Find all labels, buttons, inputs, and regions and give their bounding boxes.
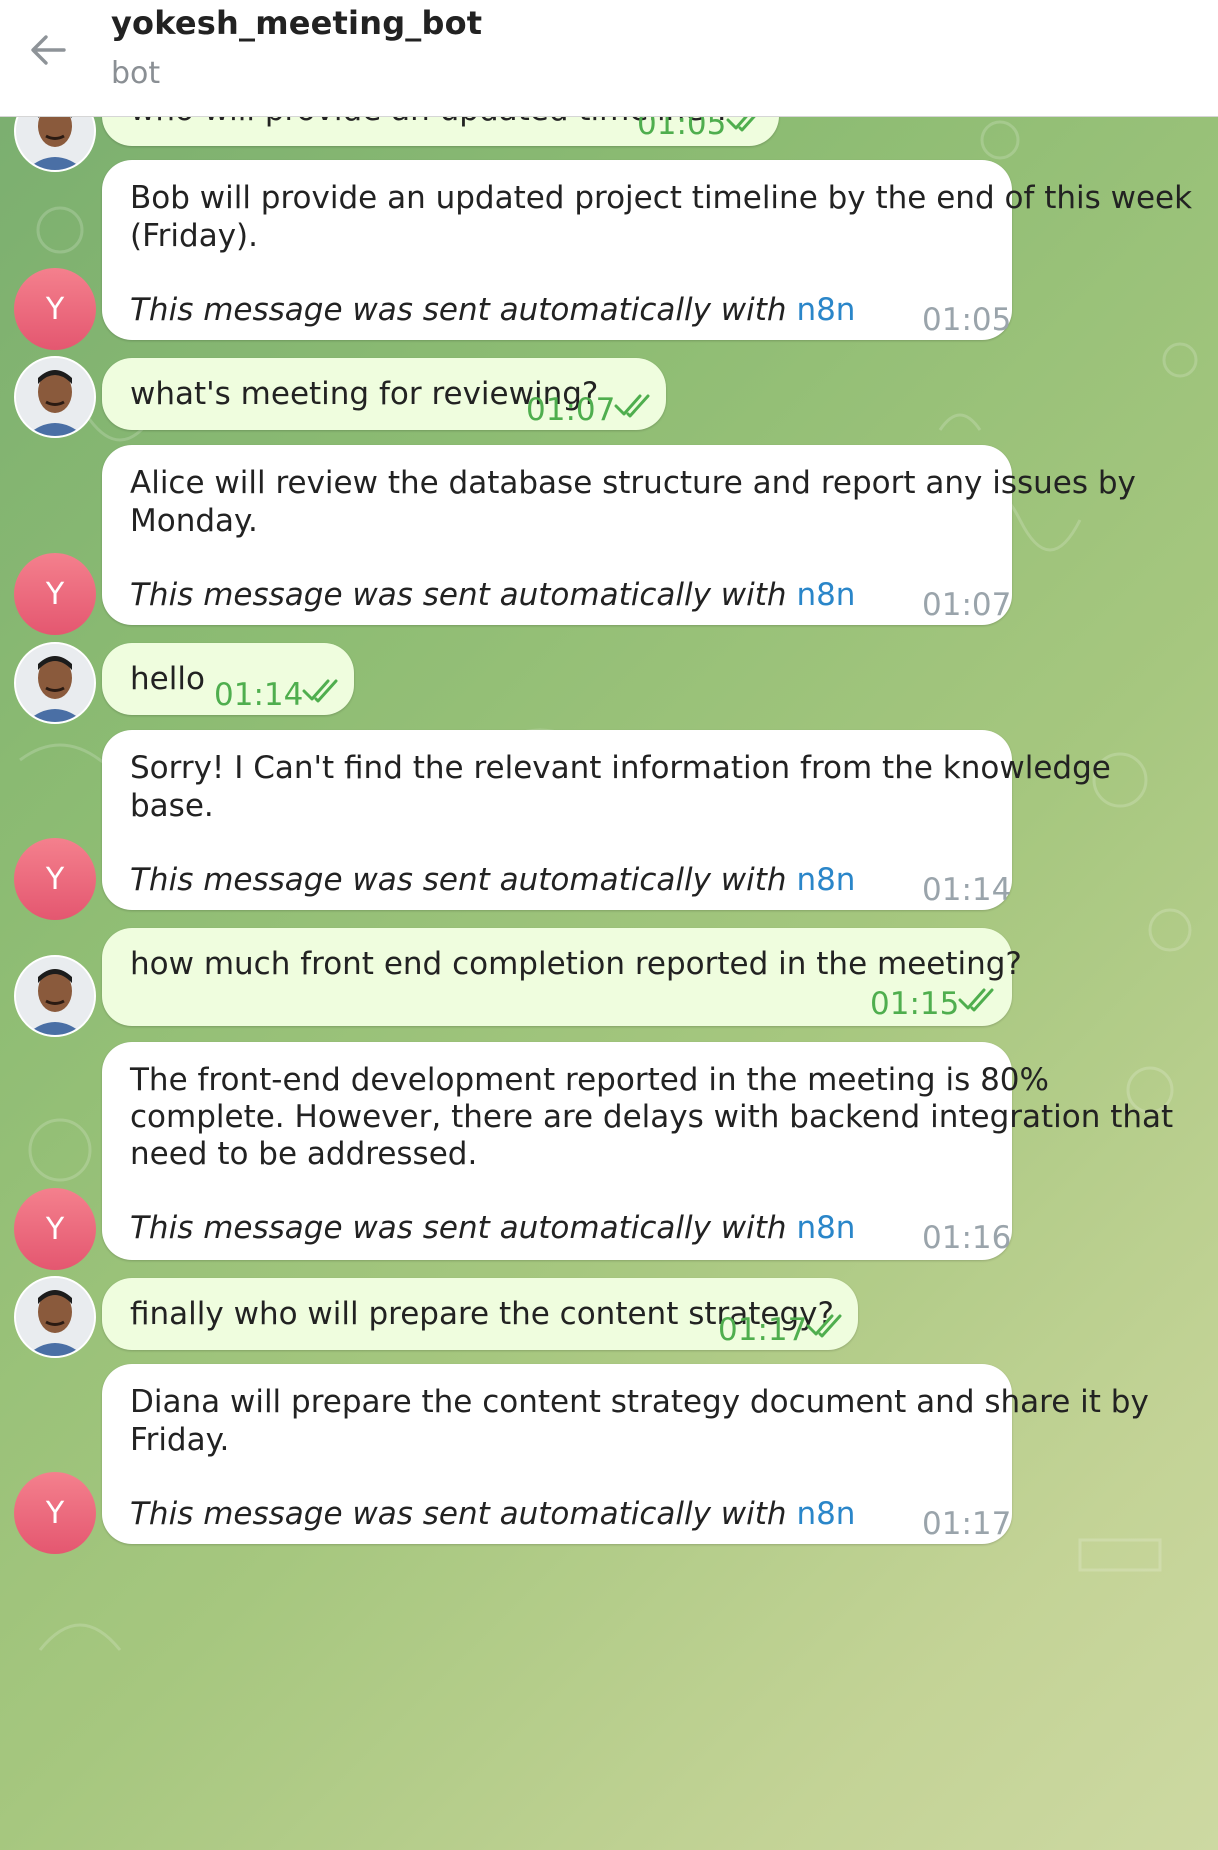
chat-header: yokesh_meeting_bot bot bbox=[0, 0, 1218, 117]
n8n-link[interactable]: n8n bbox=[796, 292, 855, 328]
message-time: 01:16 bbox=[922, 1220, 1012, 1256]
message-text-line-2: (Friday). bbox=[130, 218, 258, 254]
message-time: 01:14 bbox=[922, 872, 1012, 908]
read-double-check-icon bbox=[614, 394, 650, 418]
message-text: Diana will prepare the content strategy … bbox=[130, 1384, 1149, 1420]
message-text: Alice will review the database structure… bbox=[130, 465, 1136, 501]
message-text: how much front end completion reported i… bbox=[130, 946, 1022, 982]
read-double-check-icon bbox=[958, 988, 994, 1012]
message-bubble-incoming[interactable]: Alice will review the database structure… bbox=[102, 445, 1136, 625]
user-avatar[interactable] bbox=[14, 356, 96, 438]
message-bubble-incoming[interactable]: Sorry! I Can't find the relevant informa… bbox=[102, 730, 1111, 910]
message-bubble-outgoing[interactable]: how much front end completion reported i… bbox=[102, 928, 1022, 1026]
auto-signature: This message was sent automatically with… bbox=[130, 288, 855, 332]
n8n-link[interactable]: n8n bbox=[796, 862, 855, 898]
read-double-check-icon bbox=[806, 1314, 842, 1338]
signature-text: This message was sent automatically with bbox=[130, 577, 797, 613]
message-time: 01:07 bbox=[922, 587, 1012, 623]
read-double-check-icon bbox=[302, 679, 338, 703]
user-photo-icon bbox=[16, 1278, 94, 1356]
message-bubble-incoming[interactable]: The front-end development reported in th… bbox=[102, 1042, 1173, 1260]
signature-text: This message was sent automatically with bbox=[130, 1496, 797, 1532]
message-time: 01:07 bbox=[526, 392, 616, 428]
signature-text: This message was sent automatically with bbox=[130, 1210, 797, 1246]
bot-avatar[interactable]: Y bbox=[14, 1472, 96, 1554]
n8n-link[interactable]: n8n bbox=[796, 1496, 855, 1532]
message-bubble-outgoing[interactable]: what's meeting for reviewing? 01:07 bbox=[102, 358, 666, 430]
message-time: 01:15 bbox=[870, 986, 960, 1022]
n8n-link[interactable]: n8n bbox=[796, 577, 855, 613]
user-avatar[interactable] bbox=[14, 1276, 96, 1358]
user-photo-icon bbox=[16, 644, 94, 722]
message-time: 01:14 bbox=[214, 677, 304, 713]
bot-avatar[interactable]: Y bbox=[14, 268, 96, 350]
auto-signature: This message was sent automatically with… bbox=[130, 1492, 855, 1536]
message-text: Bob will provide an updated project time… bbox=[130, 180, 1193, 216]
message-bubble-incoming[interactable]: Bob will provide an updated project time… bbox=[102, 160, 1192, 340]
user-avatar[interactable] bbox=[14, 955, 96, 1037]
message-text-line-2: base. bbox=[130, 788, 214, 824]
signature-text: This message was sent automatically with bbox=[130, 292, 797, 328]
message-bubble-outgoing[interactable]: hello 01:14 bbox=[102, 643, 354, 715]
arrow-left-icon bbox=[31, 35, 66, 65]
message-text-line-2: Friday. bbox=[130, 1422, 230, 1458]
message-time: 01:05 bbox=[922, 302, 1012, 338]
message-bubble-outgoing[interactable]: finally who will prepare the content str… bbox=[102, 1278, 858, 1350]
auto-signature: This message was sent automatically with… bbox=[130, 858, 855, 902]
bot-avatar[interactable]: Y bbox=[14, 838, 96, 920]
back-button[interactable] bbox=[20, 22, 76, 78]
chat-title[interactable]: yokesh_meeting_bot bbox=[111, 4, 482, 42]
auto-signature: This message was sent automatically with… bbox=[130, 573, 855, 617]
bot-avatar[interactable]: Y bbox=[14, 1188, 96, 1270]
message-text-line-2: Monday. bbox=[130, 503, 258, 539]
message-text-line-3: need to be addressed. bbox=[130, 1136, 478, 1172]
bot-avatar[interactable]: Y bbox=[14, 553, 96, 635]
user-avatar[interactable] bbox=[14, 642, 96, 724]
message-bubble-incoming[interactable]: Diana will prepare the content strategy … bbox=[102, 1364, 1149, 1544]
signature-text: This message was sent automatically with bbox=[130, 862, 797, 898]
user-photo-icon bbox=[16, 358, 94, 436]
n8n-link[interactable]: n8n bbox=[796, 1210, 855, 1246]
message-time: 01:17 bbox=[922, 1506, 1012, 1542]
auto-signature: This message was sent automatically with… bbox=[130, 1206, 855, 1250]
chat-subtitle: bot bbox=[111, 56, 161, 91]
message-time: 01:17 bbox=[718, 1312, 808, 1348]
user-photo-icon bbox=[16, 957, 94, 1035]
message-text: Sorry! I Can't find the relevant informa… bbox=[130, 750, 1111, 786]
message-text: hello bbox=[130, 661, 205, 697]
